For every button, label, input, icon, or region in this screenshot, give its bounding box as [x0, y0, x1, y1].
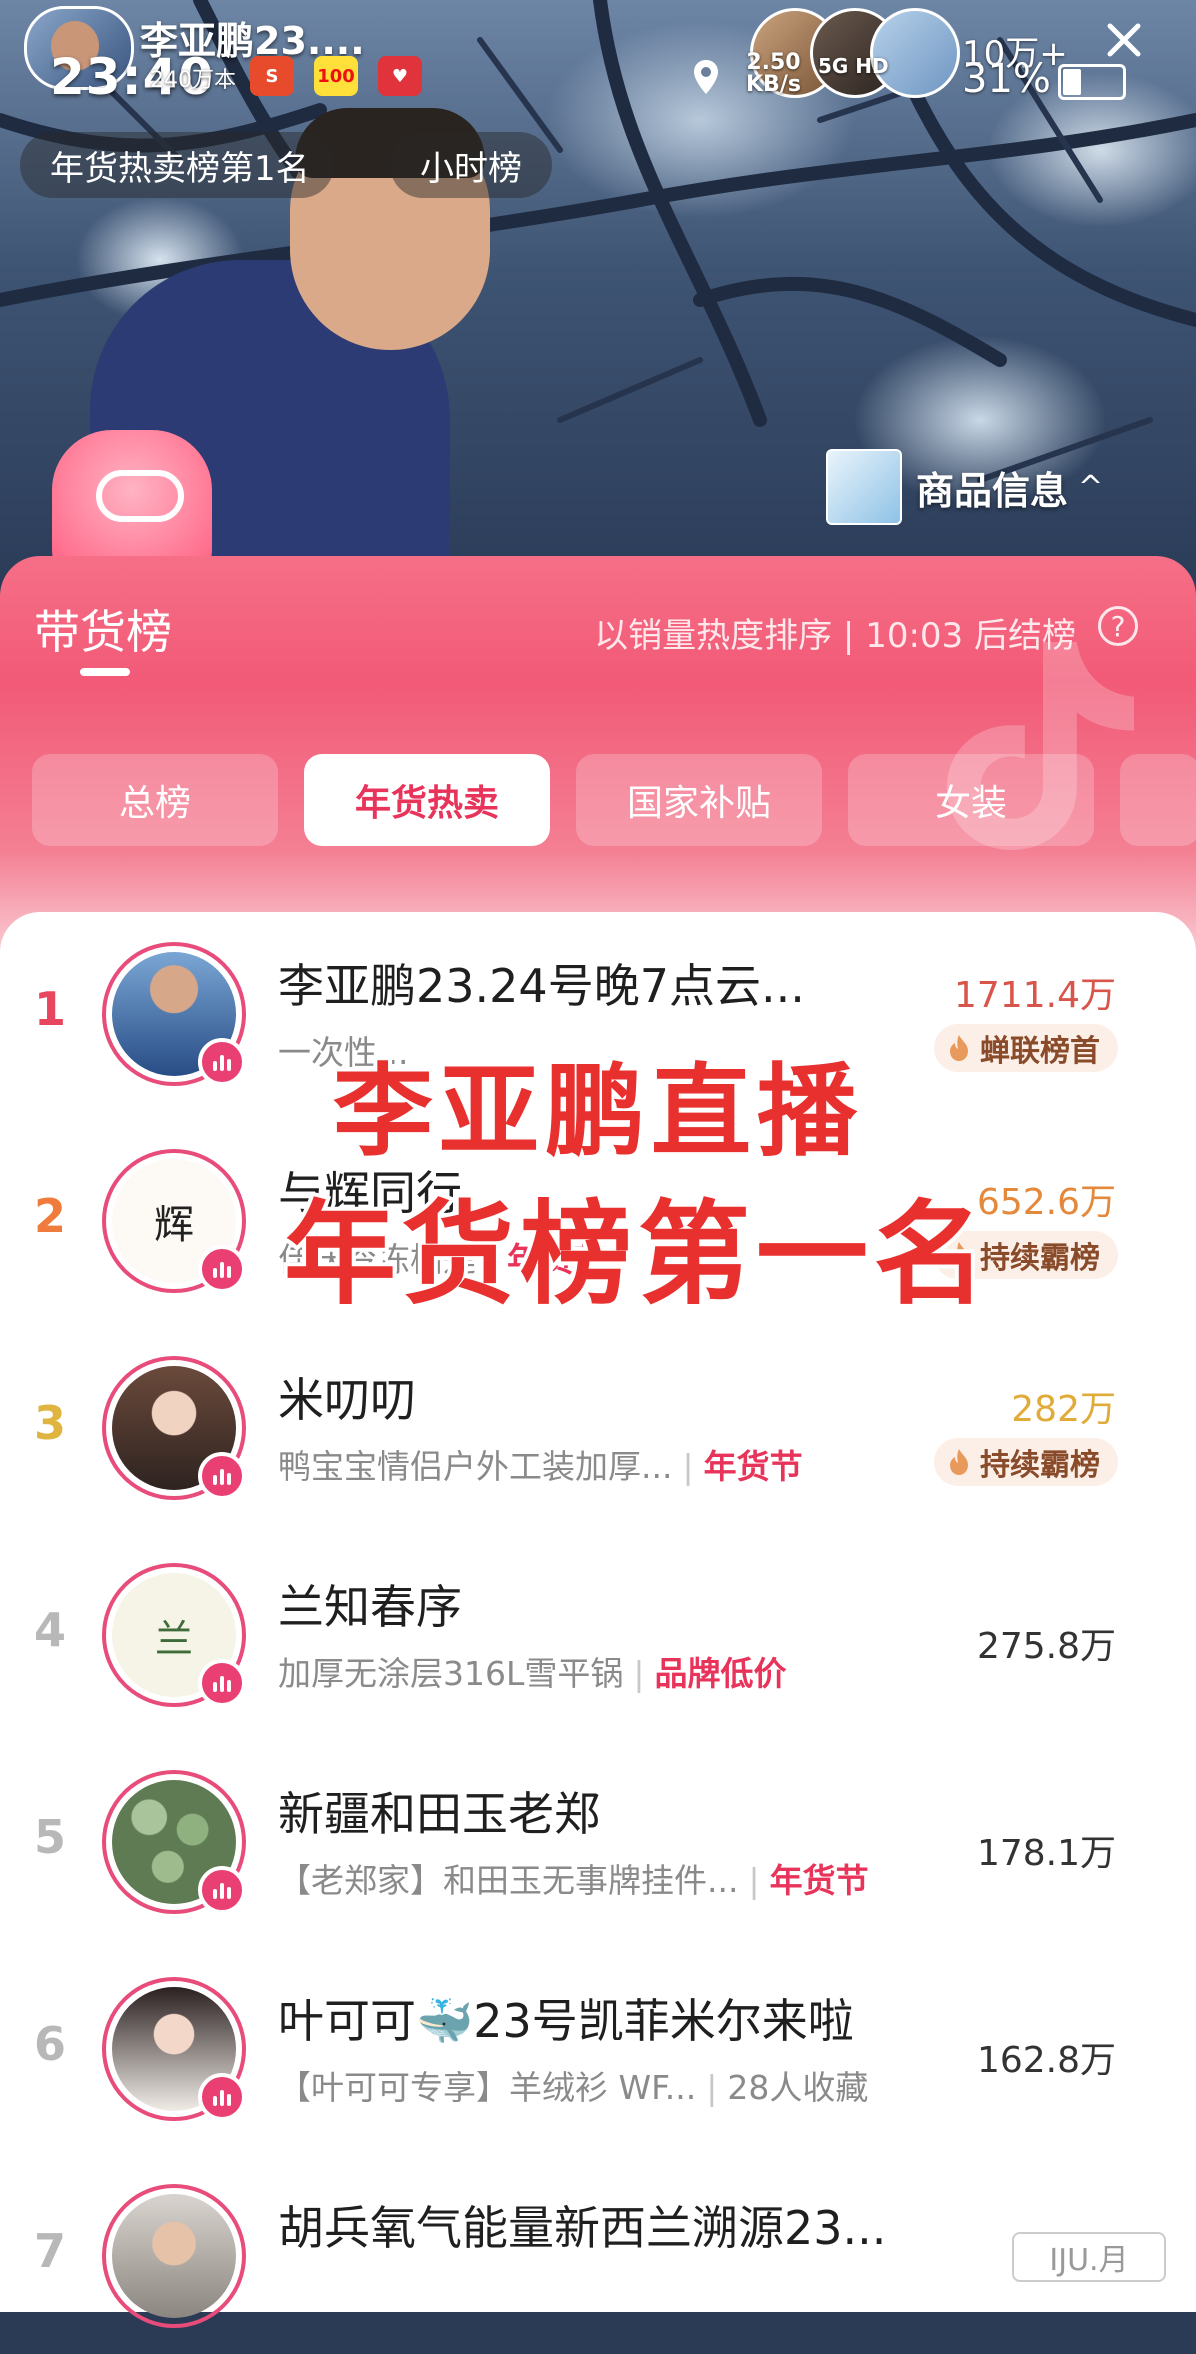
network-speed: 2.50 KB/s — [746, 52, 801, 96]
tab-more[interactable] — [1120, 754, 1196, 846]
gift-bow — [96, 470, 184, 522]
close-icon[interactable] — [1104, 20, 1144, 60]
live-indicator-icon — [198, 1866, 246, 1914]
category-tabs: 总榜 年货热卖 国家补贴 女装 — [32, 754, 1196, 846]
row-value: 162.8万 — [976, 2040, 1116, 2081]
list-item[interactable]: 6 叶可可🐳23号凯菲米尔来啦 【叶可可专享】羊绒衫 WF... | 28人收藏 1… — [0, 1947, 1196, 2147]
list-item[interactable]: 5 新疆和田玉老郑 【老郑家】和田玉无事牌挂件... | 年货节 178.1万 — [0, 1740, 1196, 1940]
live-indicator-icon — [198, 2073, 246, 2121]
row-value: 178.1万 — [976, 1833, 1116, 1874]
location-icon — [694, 60, 718, 94]
row-badge: 持续霸榜 — [934, 1438, 1118, 1486]
app-heart-icon: ♥ — [378, 56, 422, 96]
row-sub-text: 【叶可可专享】羊绒衫 WF... — [278, 2068, 697, 2107]
row-separator: | — [748, 1861, 760, 1900]
row-name: 兰知春序 — [278, 1580, 462, 1634]
row-value: 1711.4万 — [954, 975, 1116, 1016]
app-s-icon: S — [250, 56, 294, 96]
help-icon[interactable]: ? — [1098, 606, 1138, 646]
row-sub-text: 加厚无涂层316L雪平锅 — [278, 1654, 624, 1693]
row-separator: | — [706, 2068, 718, 2107]
network-speed-unit: KB/s — [746, 72, 801, 97]
signal-indicator: 5G HD — [818, 54, 889, 78]
viewer-avatar[interactable] — [870, 8, 960, 98]
tab-womens-wear[interactable]: 女装 — [848, 754, 1094, 846]
row-name: 米叨叨 — [278, 1373, 416, 1427]
live-indicator-icon — [198, 1452, 246, 1500]
battery-icon — [1058, 64, 1126, 100]
live-indicator-icon — [198, 1659, 246, 1707]
tab-all[interactable]: 总榜 — [32, 754, 278, 846]
list-item[interactable]: 4 兰 兰知春序 加厚无涂层316L雪平锅 | 品牌低价 275.8万 — [0, 1533, 1196, 1733]
app-100-icon: 100 — [314, 56, 358, 96]
rank-number: 1 — [33, 982, 66, 1036]
avatar[interactable] — [102, 2184, 246, 2328]
row-badge-label: 持续霸榜 — [980, 1448, 1100, 1483]
rank-number: 3 — [33, 1396, 66, 1450]
row-tag: 年货节 — [703, 1447, 803, 1486]
list-item[interactable]: 3 米叨叨 鸭宝宝情侣户外工装加厚... | 年货节 282万 持续霸榜 — [0, 1326, 1196, 1526]
panel-title-underline — [80, 668, 130, 676]
product-info-label: 商品信息 — [916, 468, 1069, 513]
row-name: 李亚鹏23.24号晚7点云... — [278, 959, 805, 1013]
row-tag: 年货节 — [769, 1861, 869, 1900]
rank-number: 4 — [33, 1603, 66, 1657]
rank-number: 7 — [33, 2224, 66, 2278]
row-name: 叶可可🐳23号凯菲米尔来啦 — [278, 1994, 854, 2048]
avatar-image — [112, 2194, 236, 2318]
row-subtitle: 【老郑家】和田玉无事牌挂件... | 年货节 — [278, 1854, 869, 1902]
row-sub-text: 鸭宝宝情侣户外工装加厚... — [278, 1447, 673, 1486]
row-separator: | — [682, 1447, 694, 1486]
follower-count: 240万本 — [150, 68, 236, 93]
product-info-button[interactable]: 商品信息 ^ — [826, 442, 1156, 532]
hourly-rank-chip[interactable]: 小时榜 — [390, 132, 552, 198]
source-watermark: IJU.月 — [1012, 2232, 1166, 2282]
row-subtitle: 鸭宝宝情侣户外工装加厚... | 年货节 — [278, 1440, 803, 1488]
battery-percent: 31% — [962, 56, 1051, 102]
row-subtitle: 加厚无涂层316L雪平锅 | 品牌低价 — [278, 1647, 787, 1695]
notification-icons: S 100 ♥ — [250, 56, 422, 96]
row-tag: 28人收藏 — [727, 2068, 869, 2107]
row-value: 282万 — [1011, 1389, 1116, 1430]
flame-icon — [950, 1449, 968, 1475]
tab-national-subsidy[interactable]: 国家补贴 — [576, 754, 822, 846]
rank-number: 6 — [33, 2017, 66, 2071]
row-subtitle: 【叶可可专享】羊绒衫 WF... | 28人收藏 — [278, 2061, 868, 2109]
overlay-caption-line1: 李亚鹏直播 — [329, 1049, 863, 1174]
row-sub-text: 【老郑家】和田玉无事牌挂件... — [278, 1861, 739, 1900]
panel-title[interactable]: 带货榜 — [34, 596, 172, 662]
network-speed-value: 2.50 — [746, 50, 801, 75]
overlay-caption-line2: 年货榜第一名 — [280, 1186, 992, 1324]
rank-number: 5 — [33, 1810, 66, 1864]
row-value: 275.8万 — [976, 1626, 1116, 1667]
row-name: 胡兵氧气能量新西兰溯源23... — [278, 2201, 887, 2255]
rank-chip[interactable]: 年货热卖榜第1名 — [20, 132, 334, 198]
row-separator: | — [633, 1654, 645, 1693]
panel-subtitle: 以销量热度排序 | 10:03 后结榜 — [594, 616, 1076, 656]
product-thumbnail — [826, 449, 902, 525]
chevron-up-icon: ^ — [1078, 469, 1104, 505]
tab-new-year-goods[interactable]: 年货热卖 — [304, 754, 550, 846]
row-name: 新疆和田玉老郑 — [278, 1787, 600, 1841]
row-tag: 品牌低价 — [654, 1654, 787, 1693]
